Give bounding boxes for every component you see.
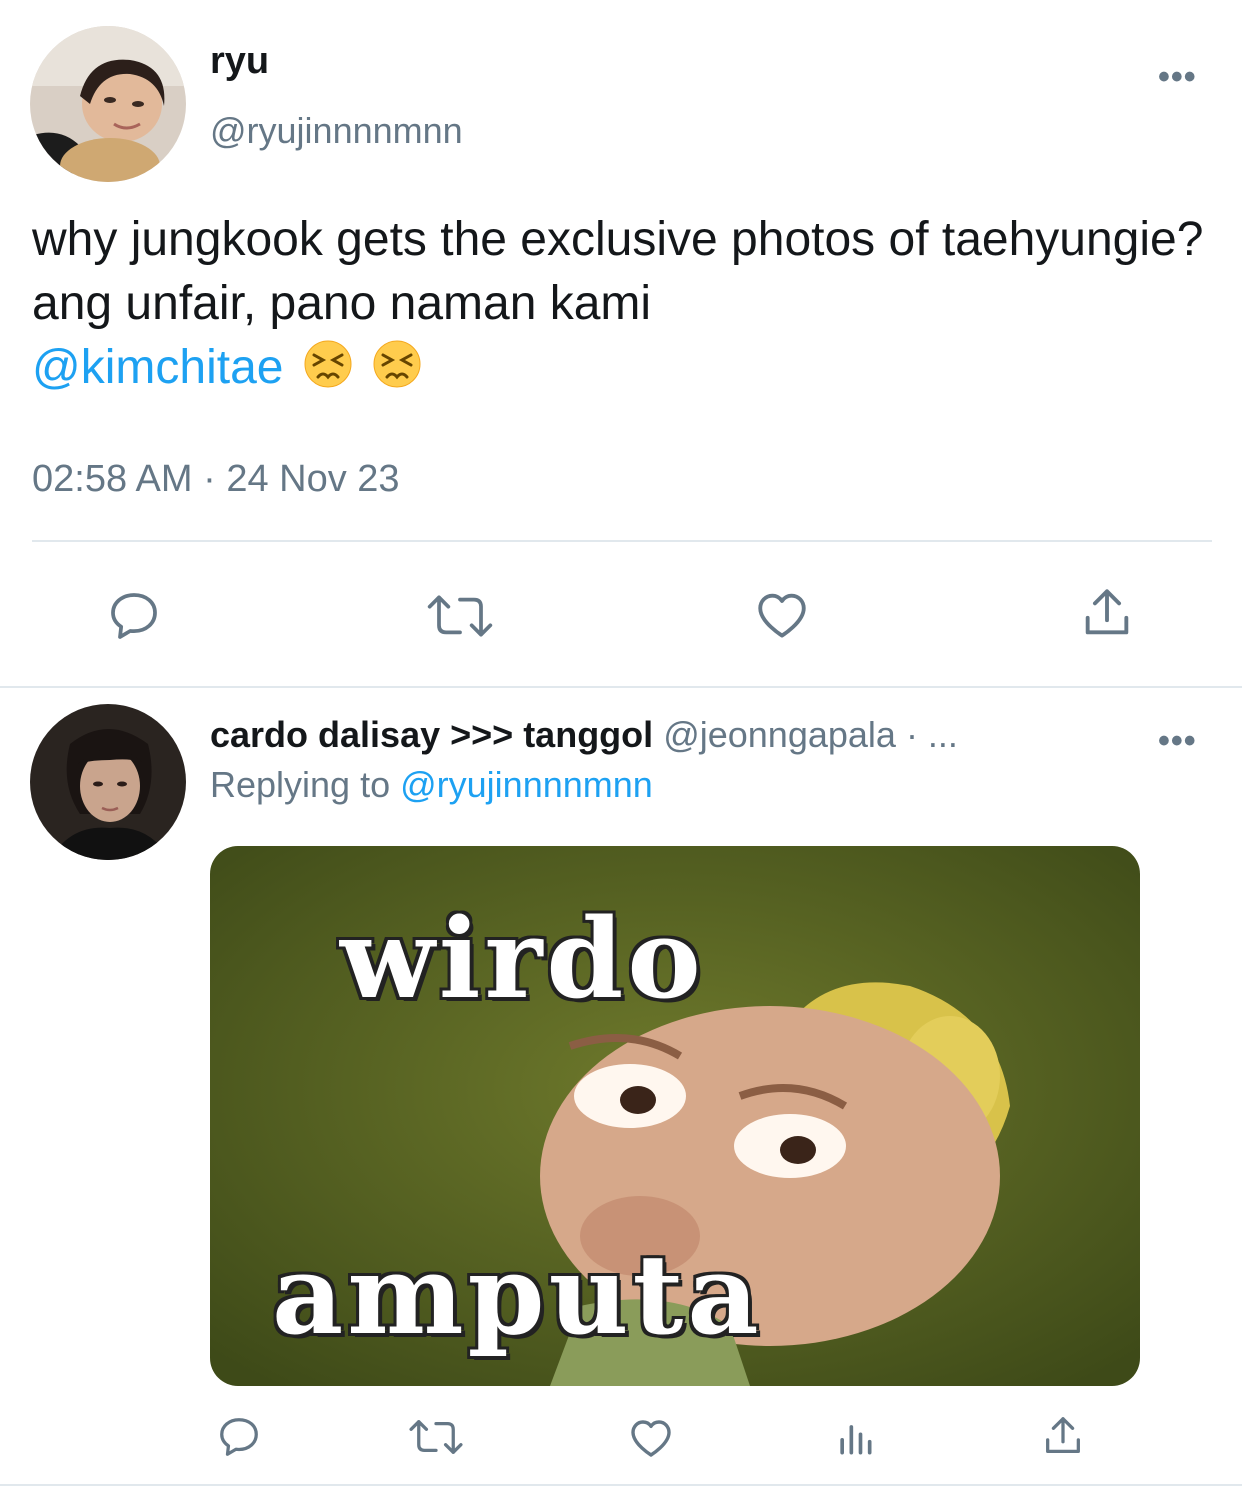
- divider: [0, 686, 1242, 688]
- reply-header: cardo dalisay >>> tanggol @jeonngapala ·…: [210, 714, 1130, 756]
- like-icon[interactable]: [752, 586, 812, 644]
- reply-share-icon[interactable]: [1040, 1412, 1086, 1460]
- reply-icon[interactable]: [106, 588, 162, 644]
- reply-like-icon[interactable]: [626, 1414, 676, 1462]
- author-handle[interactable]: @ryujinnnnmnn: [210, 110, 463, 152]
- analytics-icon[interactable]: [832, 1416, 878, 1460]
- share-icon[interactable]: [1078, 584, 1136, 642]
- tweet-date: 24 Nov 23: [226, 458, 400, 500]
- media-caption-bottom: amputa: [272, 1230, 763, 1359]
- reply-media-image[interactable]: wirdo amputa: [210, 846, 1140, 1386]
- replying-to-handle[interactable]: @ryujinnnnmnn: [400, 764, 653, 805]
- reply-meta-suffix: · ...: [905, 714, 958, 755]
- tweet-body: why jungkook gets the exclusive photos o…: [32, 213, 1204, 330]
- persevering-face-icon: [303, 339, 353, 406]
- replying-to-label: Replying to: [210, 764, 391, 805]
- reply-handle[interactable]: @jeonngapala: [663, 714, 896, 755]
- tweet-time: 02:58 AM: [32, 458, 193, 500]
- retweet-icon[interactable]: [424, 588, 496, 644]
- reply-retweet-icon[interactable]: [406, 1414, 466, 1460]
- more-options-icon[interactable]: •••: [1158, 58, 1197, 97]
- reply-more-options-icon[interactable]: •••: [1158, 722, 1197, 761]
- tweet-text: why jungkook gets the exclusive photos o…: [32, 208, 1212, 406]
- reply-author-avatar[interactable]: [30, 704, 186, 860]
- mention-link[interactable]: @kimchitae: [32, 341, 283, 394]
- divider: [32, 540, 1212, 542]
- divider: [0, 1484, 1242, 1486]
- reply-reply-icon[interactable]: [216, 1414, 262, 1460]
- author-display-name[interactable]: ryu: [210, 40, 269, 83]
- persevering-face-icon: [372, 339, 422, 406]
- tweet-timestamp[interactable]: 02:58 AM · 24 Nov 23: [32, 458, 400, 501]
- author-avatar[interactable]: [30, 26, 186, 182]
- media-caption-top: wirdo: [340, 894, 705, 1023]
- reply-display-name[interactable]: cardo dalisay >>> tanggol: [210, 714, 653, 755]
- meta-separator: ·: [203, 458, 216, 500]
- replying-to: Replying to @ryujinnnnmnn: [210, 764, 653, 806]
